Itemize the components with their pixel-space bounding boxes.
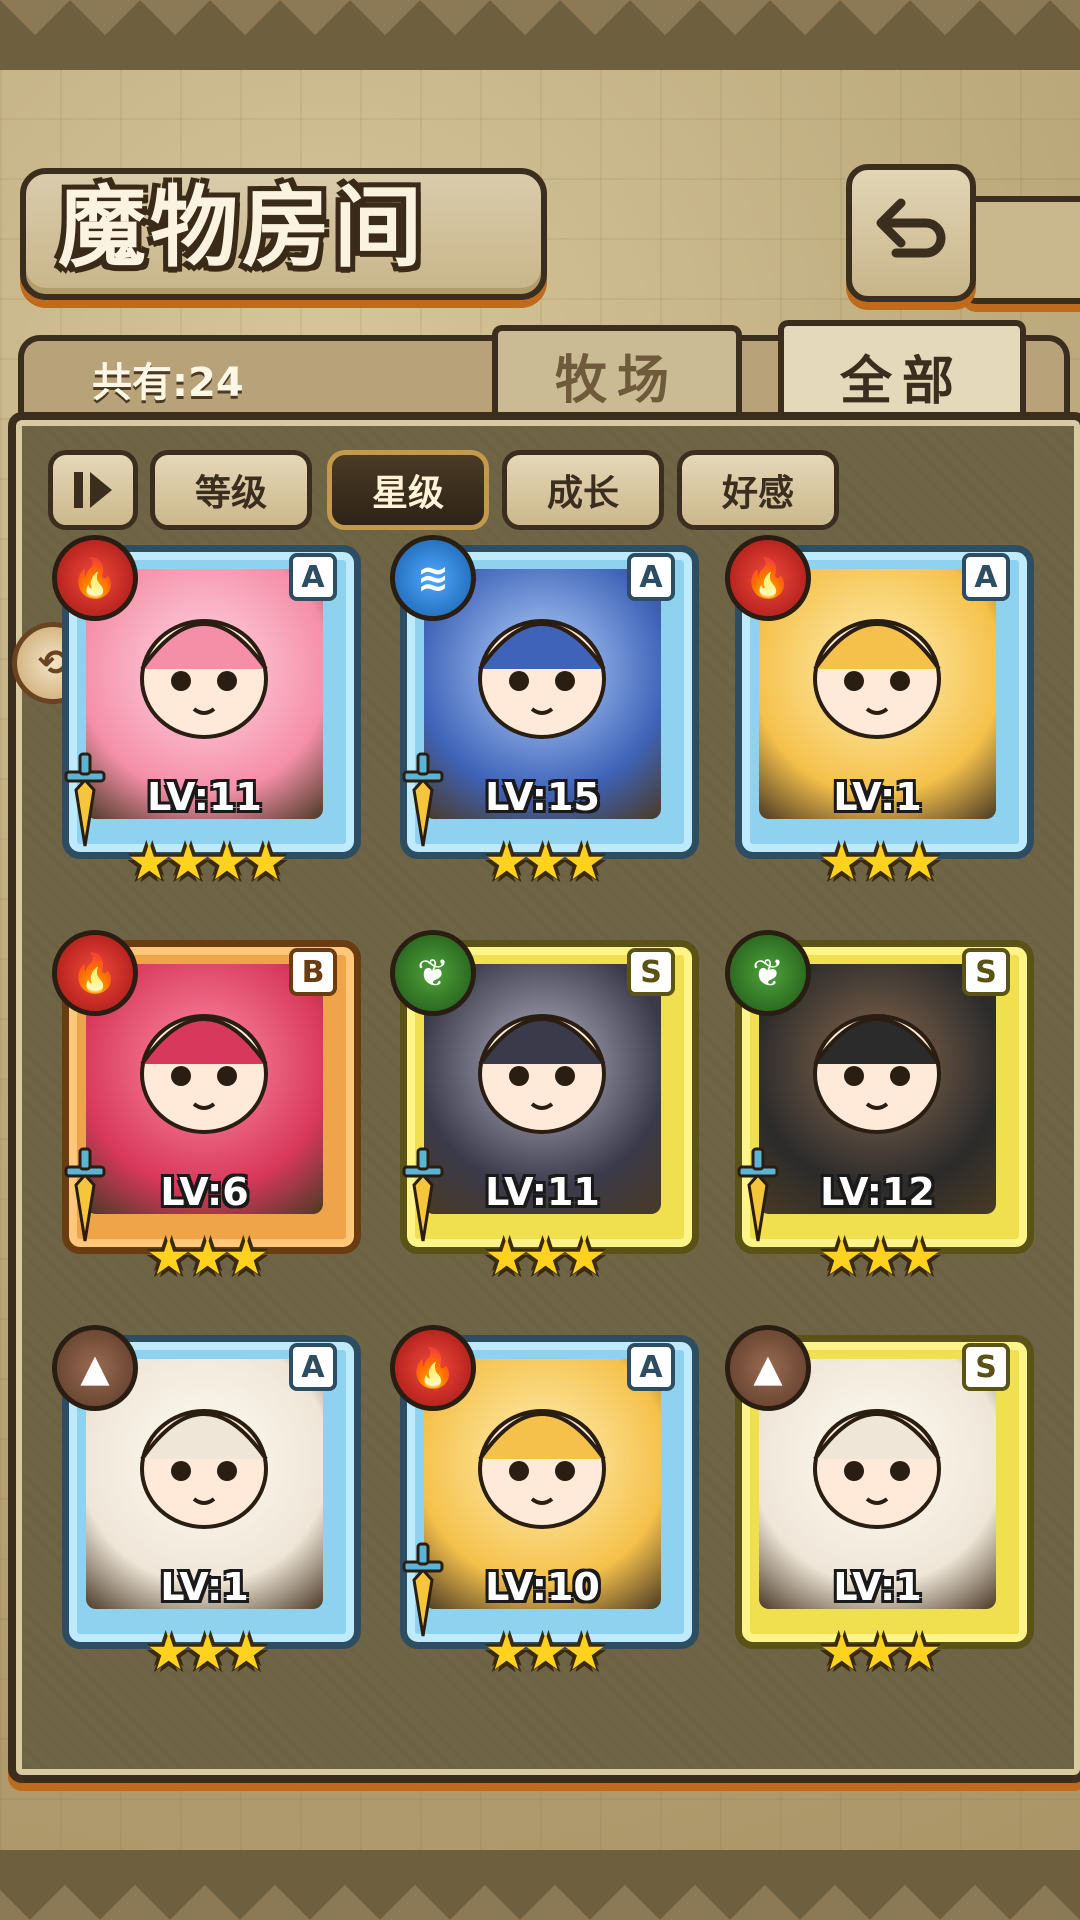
earth-icon: ▲ <box>725 1325 811 1411</box>
monster-card[interactable]: S ▲ LV:1 ★★★ <box>725 1325 1034 1685</box>
star-rating: ★★★ <box>484 833 606 891</box>
monster-card[interactable]: S ❦ LV:12 ★★★ <box>725 930 1034 1290</box>
rank-badge: A <box>289 1343 337 1391</box>
sort-affection-button[interactable]: 好感 <box>677 450 839 530</box>
monster-count: 共有:24 <box>92 360 244 406</box>
rank-badge: S <box>627 948 675 996</box>
sort-order-icon <box>74 472 112 508</box>
top-border <box>0 0 1080 70</box>
page-title: 魔物房间 <box>58 175 427 279</box>
level-label: LV:12 <box>820 1170 935 1214</box>
rank-badge: A <box>962 553 1010 601</box>
star-rating: ★★★ <box>819 833 941 891</box>
grass-icon: ❦ <box>390 930 476 1016</box>
monster-card[interactable]: A 🔥 LV:1 ★★★ <box>725 535 1034 895</box>
water-icon: ≋ <box>390 535 476 621</box>
level-label: LV:1 <box>160 1565 249 1609</box>
level-label: LV:15 <box>485 775 600 819</box>
monster-card[interactable]: A 🔥 LV:10 ★★★ <box>390 1325 699 1685</box>
level-label: LV:11 <box>485 1170 600 1214</box>
sort-order-button[interactable] <box>48 450 138 530</box>
rank-badge: S <box>962 948 1010 996</box>
star-rating: ★★★ <box>146 1623 268 1681</box>
sort-growth-button[interactable]: 成长 <box>502 450 664 530</box>
level-label: LV:11 <box>147 775 262 819</box>
level-label: LV:10 <box>485 1565 600 1609</box>
tab-all[interactable]: 全部 <box>778 320 1026 426</box>
fire-icon: 🔥 <box>725 535 811 621</box>
star-rating: ★★★ <box>484 1623 606 1681</box>
rank-badge: A <box>627 553 675 601</box>
back-button[interactable] <box>846 164 976 302</box>
star-rating: ★★★★ <box>126 833 288 891</box>
monster-card[interactable]: A 🔥 LV:11 ★★★★ <box>52 535 361 895</box>
bottom-border <box>0 1850 1080 1920</box>
rank-badge: A <box>627 1343 675 1391</box>
level-label: LV:6 <box>160 1170 249 1214</box>
fire-icon: 🔥 <box>52 535 138 621</box>
rank-badge: B <box>289 948 337 996</box>
monster-card[interactable]: B 🔥 LV:6 ★★★ <box>52 930 361 1290</box>
star-rating: ★★★ <box>819 1228 941 1286</box>
fire-icon: 🔥 <box>390 1325 476 1411</box>
level-label: LV:1 <box>833 775 922 819</box>
star-rating: ★★★ <box>819 1623 941 1681</box>
tab-pasture[interactable]: 牧场 <box>492 325 742 419</box>
sort-star-button[interactable]: 星级 <box>327 450 489 530</box>
star-rating: ★★★ <box>484 1228 606 1286</box>
monster-card[interactable]: S ❦ LV:11 ★★★ <box>390 930 699 1290</box>
earth-icon: ▲ <box>52 1325 138 1411</box>
back-rail <box>962 196 1080 304</box>
level-label: LV:1 <box>833 1565 922 1609</box>
back-arrow-icon <box>876 198 946 258</box>
monster-card[interactable]: A ▲ LV:1 ★★★ <box>52 1325 361 1685</box>
grass-icon: ❦ <box>725 930 811 1016</box>
sort-level-button[interactable]: 等级 <box>150 450 312 530</box>
star-rating: ★★★ <box>146 1228 268 1286</box>
rank-badge: S <box>962 1343 1010 1391</box>
fire-icon: 🔥 <box>52 930 138 1016</box>
rank-badge: A <box>289 553 337 601</box>
monster-card[interactable]: A ≋ LV:15 ★★★ <box>390 535 699 895</box>
